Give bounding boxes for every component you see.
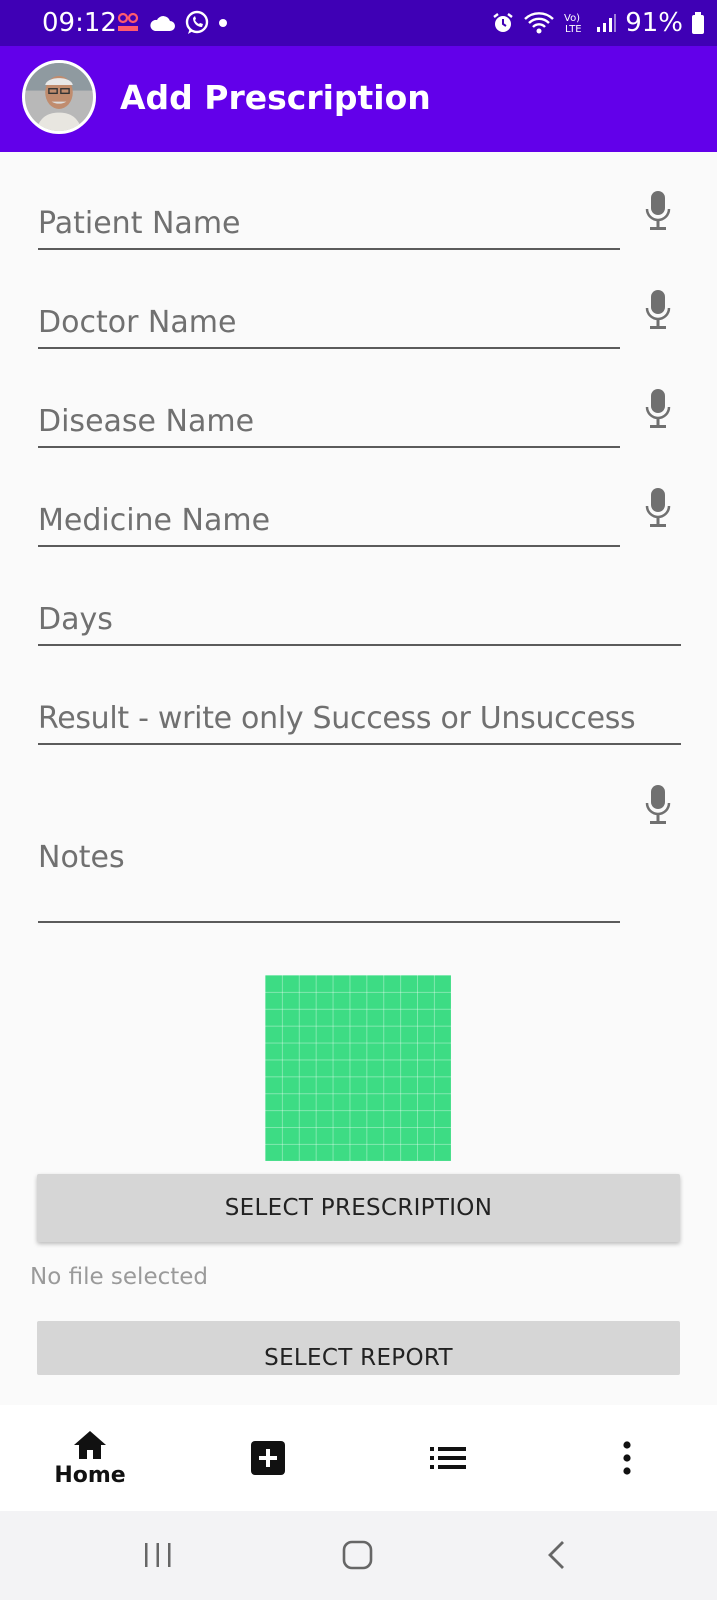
battery-icon (692, 12, 704, 34)
nav-add[interactable] (228, 1405, 308, 1511)
result-field[interactable]: Result - write only Success or Unsuccess (38, 685, 681, 745)
nav-list[interactable] (408, 1405, 488, 1511)
disease-name-placeholder: Disease Name (38, 404, 255, 439)
notes-field[interactable]: Notes (38, 790, 620, 923)
status-time: 09:12 (42, 8, 117, 38)
volte-icon: Vo)LTE (564, 13, 582, 35)
home-icon (74, 1430, 106, 1459)
recent-apps-icon[interactable] (143, 1541, 173, 1569)
select-prescription-button[interactable]: SELECT PRESCRIPTION (37, 1174, 680, 1242)
battery-percent: 91% (625, 8, 683, 38)
nav-home[interactable]: Home (40, 1405, 140, 1511)
cloud-icon (150, 16, 175, 31)
file-status-text: No file selected (30, 1264, 209, 1290)
select-report-button[interactable]: SELECT REPORT (37, 1321, 680, 1375)
patient-name-mic-icon[interactable] (643, 189, 673, 233)
disease-name-mic-icon[interactable] (643, 387, 673, 431)
medicine-name-placeholder: Medicine Name (38, 503, 271, 538)
back-icon[interactable] (546, 1539, 568, 1571)
notes-mic-icon[interactable] (643, 783, 673, 827)
more-vert-icon (623, 1441, 631, 1475)
medicine-name-field[interactable]: Medicine Name (38, 487, 620, 547)
svg-text:Vo): Vo) (564, 13, 580, 24)
signal-icon (597, 14, 617, 32)
medicine-name-mic-icon[interactable] (643, 486, 673, 530)
notes-placeholder: Notes (38, 840, 125, 875)
system-status-icons: Vo) LTE 91% (491, 8, 705, 38)
avatar[interactable] (22, 60, 96, 134)
disease-name-field[interactable]: Disease Name (38, 388, 620, 448)
patient-name-field[interactable]: Patient Name (38, 190, 620, 250)
list-icon (430, 1447, 466, 1469)
status-bar: 09:12 Vo) LTE 91% (0, 0, 717, 46)
dot-icon (219, 19, 227, 27)
add-box-icon (251, 1441, 285, 1475)
alarm-icon (493, 13, 513, 32)
days-field[interactable]: Days (38, 586, 681, 646)
whatsapp-icon (185, 10, 209, 34)
notification-icons (116, 10, 228, 36)
bottom-navigation: Home (0, 1405, 717, 1511)
system-navigation-bar (0, 1511, 717, 1600)
hood-app-icon (117, 12, 139, 31)
app-bar: Add Prescription (0, 46, 717, 152)
days-placeholder: Days (38, 602, 113, 637)
doctor-name-mic-icon[interactable] (643, 288, 673, 332)
avatar-image (25, 63, 93, 131)
nav-more[interactable] (597, 1405, 657, 1511)
wifi-icon (524, 12, 555, 34)
svg-text:LTE: LTE (565, 24, 582, 35)
result-placeholder: Result - write only Success or Unsuccess (38, 701, 636, 736)
nav-home-label: Home (54, 1462, 126, 1488)
doctor-name-field[interactable]: Doctor Name (38, 289, 620, 349)
prescription-image-placeholder (265, 975, 451, 1161)
doctor-name-placeholder: Doctor Name (38, 305, 237, 340)
home-button-icon[interactable] (342, 1540, 374, 1570)
patient-name-placeholder: Patient Name (38, 206, 241, 241)
page-title: Add Prescription (120, 78, 431, 117)
